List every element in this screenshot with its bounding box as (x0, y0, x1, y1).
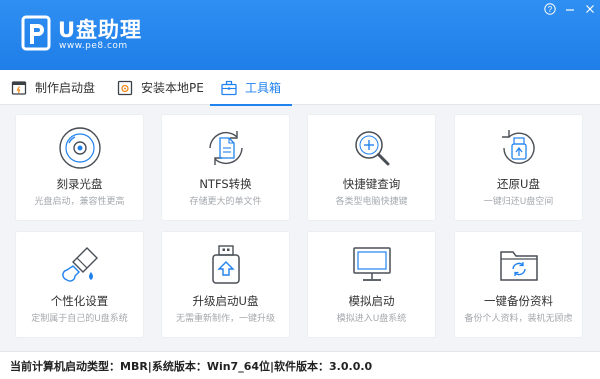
help-button[interactable]: ? (542, 2, 558, 16)
tool-personalize[interactable]: 个性化设置 定制属于自己的U盘系统 (16, 232, 143, 337)
tool-subtitle: 一键归还U盘空间 (483, 197, 554, 207)
tool-title: 快捷键查询 (342, 177, 401, 191)
help-icon: ? (544, 3, 556, 15)
gear-box-icon (117, 80, 133, 95)
tool-subtitle: 光盘启动，兼容性更高 (34, 197, 125, 207)
close-icon (586, 5, 594, 13)
tool-title: 个性化设置 (50, 294, 109, 308)
usb-restore-icon (501, 130, 535, 164)
monitor-icon (352, 247, 391, 281)
tab-label: 工具箱 (245, 81, 282, 95)
tool-title: 一键备份资料 (484, 294, 553, 308)
magnifier-icon (354, 131, 389, 166)
tool-title: 刻录光盘 (56, 177, 103, 191)
tool-one-click-backup[interactable]: 一键备份资料 备份个人资料，装机无顾虑 (455, 232, 582, 337)
usb-drive-icon (11, 80, 27, 95)
tool-subtitle: 各类型电脑快捷键 (335, 197, 408, 207)
tool-title: NTFS转换 (199, 177, 252, 191)
tool-hotkey-lookup[interactable]: 快捷键查询 各类型电脑快捷键 (308, 115, 435, 220)
usb-upgrade-icon (211, 245, 240, 284)
tool-burn-disc[interactable]: 刻录光盘 光盘启动，兼容性更高 (16, 115, 143, 220)
tool-subtitle: 模拟进入U盘系统 (336, 314, 407, 324)
tool-simulate-boot[interactable]: 模拟启动 模拟进入U盘系统 (308, 232, 435, 337)
help-glyph: ? (548, 5, 553, 14)
minimize-button[interactable] (562, 2, 578, 16)
tool-subtitle: 备份个人资料，装机无顾虑 (464, 314, 573, 324)
logo-icon (21, 15, 51, 51)
file-convert-icon (208, 131, 243, 165)
title-bar: U盘助理 www.pe8.com ? (0, 0, 600, 70)
status-bar: 当前计算机启动类型：MBR|系统版本：Win7_64位|软件版本：3.0.0.0 (0, 351, 600, 379)
folder-sync-icon (499, 251, 538, 281)
paintbrush-icon (61, 247, 98, 282)
tab-install-local-pe[interactable]: 安装本地PE (106, 70, 206, 105)
minimize-icon (566, 9, 574, 11)
close-button[interactable] (582, 2, 598, 16)
tool-subtitle: 定制属于自己的U盘系统 (31, 314, 128, 324)
tool-ntfs-convert[interactable]: NTFS转换 存储更大的单文件 (162, 115, 289, 220)
tool-title: 还原U盘 (497, 177, 540, 191)
tab-label: 制作启动盘 (35, 81, 96, 95)
app-url: www.pe8.com (59, 41, 128, 51)
tool-upgrade-boot-usb[interactable]: 升级启动U盘 无需重新制作，一键升级 (162, 232, 289, 337)
tool-title: 模拟启动 (348, 294, 395, 308)
app-title: U盘助理 (58, 18, 143, 42)
toolbox-icon (221, 80, 237, 95)
status-text: 当前计算机启动类型：MBR|系统版本：Win7_64位|软件版本：3.0.0.0 (10, 359, 373, 373)
tool-title: 升级启动U盘 (192, 294, 259, 308)
tab-label: 安装本地PE (141, 81, 204, 95)
app-logo: U盘助理 www.pe8.com (20, 12, 160, 56)
tool-subtitle: 存储更大的单文件 (189, 197, 262, 207)
tab-toolbox[interactable]: 工具箱 (210, 70, 292, 106)
disc-icon (58, 127, 101, 169)
tab-bar: 制作启动盘 安装本地PE 工具箱 (0, 70, 600, 106)
tool-restore-usb[interactable]: 还原U盘 一键归还U盘空间 (455, 115, 582, 220)
tab-make-boot-disk[interactable]: 制作启动盘 (0, 70, 104, 105)
tool-subtitle: 无需重新制作，一键升级 (175, 314, 275, 324)
